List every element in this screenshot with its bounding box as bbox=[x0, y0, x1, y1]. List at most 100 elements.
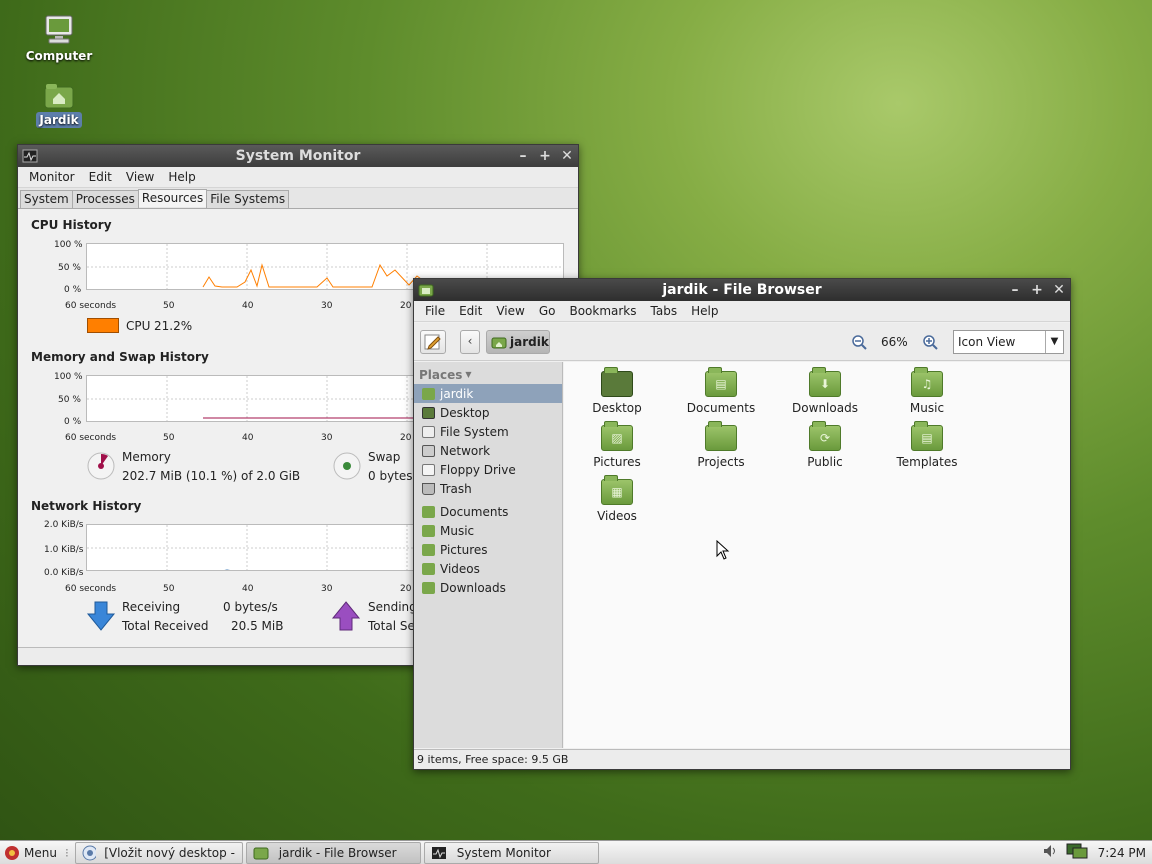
file-item-public[interactable]: ⟳ Public bbox=[775, 421, 875, 469]
file-browser-icon bbox=[253, 847, 269, 859]
bookmark-item-music[interactable]: Music bbox=[414, 521, 562, 540]
tab-file-systems[interactable]: File Systems bbox=[206, 190, 290, 208]
task-label: jardik - File Browser bbox=[278, 845, 397, 860]
zoom-in-icon[interactable] bbox=[922, 334, 938, 350]
file-item-downloads[interactable]: ⬇ Downloads bbox=[775, 367, 875, 415]
bookmark-item-downloads[interactable]: Downloads bbox=[414, 578, 562, 597]
tab-processes[interactable]: Processes bbox=[71, 190, 139, 208]
menu-monitor[interactable]: Monitor bbox=[22, 170, 82, 184]
sending-arrow-icon[interactable] bbox=[331, 600, 361, 632]
menu-file[interactable]: File bbox=[418, 304, 452, 318]
places-item-floppy[interactable]: Floppy Drive bbox=[414, 460, 562, 479]
x-tick: 60 seconds bbox=[65, 301, 117, 311]
menu-help[interactable]: Help bbox=[684, 304, 725, 318]
minimize-button[interactable]: – bbox=[1008, 279, 1022, 301]
file-item-label: Templates bbox=[896, 455, 958, 469]
x-tick: 50 bbox=[163, 584, 175, 594]
minimize-button[interactable]: – bbox=[516, 145, 530, 167]
file-item-videos[interactable]: ▦ Videos bbox=[567, 475, 667, 523]
cpu-legend-label: CPU bbox=[126, 319, 151, 333]
pencil-icon bbox=[424, 334, 441, 350]
close-button[interactable]: ✕ bbox=[560, 145, 574, 167]
places-item-network[interactable]: Network bbox=[414, 441, 562, 460]
volume-icon[interactable] bbox=[1042, 843, 1060, 862]
memory-pie-icon[interactable] bbox=[86, 451, 116, 481]
y-tick: 2.0 KiB/s bbox=[44, 520, 84, 530]
sending-label: Sending bbox=[368, 600, 417, 614]
tab-system[interactable]: System bbox=[20, 190, 73, 208]
file-view[interactable]: Desktop ▤ Documents ⬇ Downloads ♫ Music … bbox=[564, 362, 1070, 748]
file-item-label: Videos bbox=[597, 509, 637, 523]
menu-edit[interactable]: Edit bbox=[452, 304, 489, 318]
places-item-file-system[interactable]: File System bbox=[414, 422, 562, 441]
chevron-down-icon: ▼ bbox=[1045, 331, 1063, 353]
swap-pie-icon[interactable] bbox=[332, 451, 362, 481]
edit-location-button[interactable] bbox=[420, 330, 446, 354]
file-item-desktop[interactable]: Desktop bbox=[567, 367, 667, 415]
task-system-monitor[interactable]: System Monitor bbox=[423, 841, 599, 864]
bookmark-item-pictures[interactable]: Pictures bbox=[414, 540, 562, 559]
folder-icon bbox=[422, 543, 435, 556]
places-header[interactable]: Places ▼ bbox=[414, 365, 562, 384]
bookmark-item-videos[interactable]: Videos bbox=[414, 559, 562, 578]
zoom-out-icon[interactable] bbox=[851, 334, 867, 350]
menu-tabs[interactable]: Tabs bbox=[644, 304, 685, 318]
swap-value: 0 bytes bbox=[368, 469, 413, 483]
pictures-folder-icon: ▨ bbox=[601, 421, 633, 451]
x-tick: 30 bbox=[321, 433, 333, 443]
view-mode-select[interactable]: Icon View ▼ bbox=[953, 330, 1064, 354]
y-tick: 100 % bbox=[54, 240, 83, 250]
y-tick: 50 % bbox=[58, 395, 81, 405]
public-folder-icon: ⟳ bbox=[809, 421, 841, 451]
file-item-pictures[interactable]: ▨ Pictures bbox=[567, 421, 667, 469]
path-button-home[interactable]: jardik bbox=[486, 330, 550, 354]
sysmon-app-icon bbox=[22, 148, 38, 164]
status-text: 9 items, Free space: 9.5 GB bbox=[417, 753, 569, 766]
back-button[interactable]: ‹ bbox=[460, 330, 480, 354]
x-tick: 30 bbox=[321, 301, 333, 311]
menu-view[interactable]: View bbox=[119, 170, 161, 184]
clock[interactable]: 7:24 PM bbox=[1098, 846, 1146, 860]
places-item-label: Network bbox=[440, 443, 491, 458]
desktop-icon-computer[interactable]: Computer bbox=[19, 14, 99, 64]
tab-resources[interactable]: Resources bbox=[137, 189, 208, 207]
maximize-button[interactable]: + bbox=[538, 145, 552, 167]
window-titlebar[interactable]: System Monitor – + ✕ bbox=[18, 145, 578, 167]
close-button[interactable]: ✕ bbox=[1052, 279, 1066, 301]
network-status-icon[interactable] bbox=[1066, 842, 1088, 863]
file-item-music[interactable]: ♫ Music bbox=[877, 367, 977, 415]
bookmark-item-documents[interactable]: Documents bbox=[414, 502, 562, 521]
menu-edit[interactable]: Edit bbox=[82, 170, 119, 184]
network-icon bbox=[422, 444, 435, 457]
x-tick: 30 bbox=[321, 584, 333, 594]
desktop-icon-home[interactable]: Jardik bbox=[19, 82, 99, 128]
file-item-templates[interactable]: ▤ Templates bbox=[877, 421, 977, 469]
home-icon bbox=[422, 387, 435, 400]
places-item-trash[interactable]: Trash bbox=[414, 479, 562, 498]
desktop-folder-icon bbox=[601, 367, 633, 397]
menu-go[interactable]: Go bbox=[532, 304, 563, 318]
task-label: System Monitor bbox=[456, 845, 551, 860]
file-item-documents[interactable]: ▤ Documents bbox=[671, 367, 771, 415]
bookmark-item-label: Music bbox=[440, 523, 475, 538]
receiving-arrow-icon[interactable] bbox=[86, 600, 116, 632]
memory-history-title: Memory and Swap History bbox=[31, 350, 209, 364]
file-item-projects[interactable]: Projects bbox=[671, 421, 771, 469]
window-titlebar[interactable]: jardik - File Browser – + ✕ bbox=[414, 279, 1070, 301]
menu-logo-icon bbox=[5, 845, 19, 860]
task-file-browser[interactable]: jardik - File Browser bbox=[245, 841, 421, 864]
cpu-color-swatch[interactable] bbox=[87, 318, 119, 333]
places-item-desktop[interactable]: Desktop bbox=[414, 403, 562, 422]
start-menu-button[interactable]: Menu bbox=[0, 842, 61, 864]
videos-folder-icon: ▦ bbox=[601, 475, 633, 505]
places-item-home[interactable]: jardik bbox=[414, 384, 562, 403]
computer-icon bbox=[43, 14, 75, 46]
menu-help[interactable]: Help bbox=[161, 170, 202, 184]
places-sidebar: Places ▼ jardik Desktop File System Netw… bbox=[414, 362, 563, 748]
menu-bookmarks[interactable]: Bookmarks bbox=[562, 304, 643, 318]
menu-view[interactable]: View bbox=[489, 304, 531, 318]
tab-bar: System Processes Resources File Systems bbox=[18, 188, 578, 209]
maximize-button[interactable]: + bbox=[1030, 279, 1044, 301]
templates-folder-icon: ▤ bbox=[911, 421, 943, 451]
task-browser[interactable]: [Vložit nový desktop - ... bbox=[74, 841, 243, 864]
